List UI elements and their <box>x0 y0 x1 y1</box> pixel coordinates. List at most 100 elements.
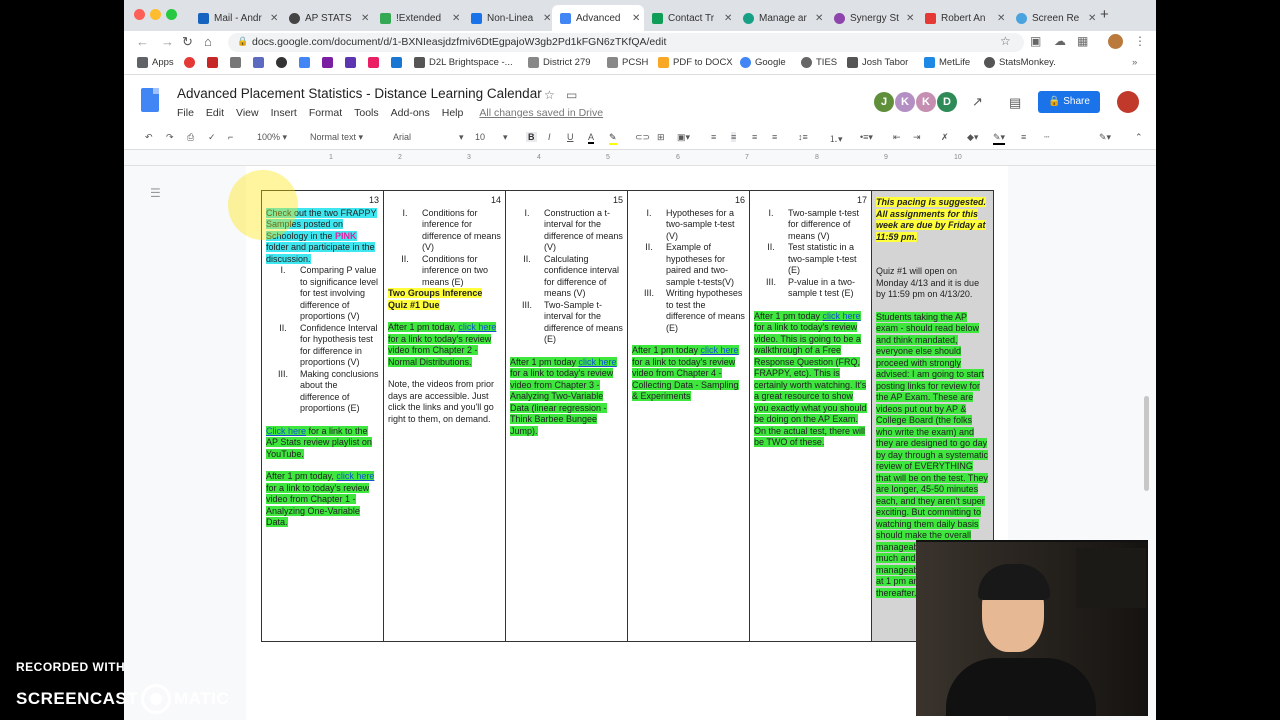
review-video-link[interactable]: click here <box>822 310 861 321</box>
docs-logo-icon[interactable] <box>141 88 159 112</box>
tab-contact-tracing[interactable]: Contact Tr ✕ <box>644 5 734 31</box>
menu-addons[interactable]: Add-ons <box>391 107 430 119</box>
bookmark-pdf-to-docx[interactable]: PDF to DOCX <box>658 57 733 68</box>
new-tab-button[interactable]: + <box>1100 6 1109 23</box>
comment-add-icon[interactable]: ⊞ <box>657 132 665 143</box>
align-right-icon[interactable]: ≡ <box>752 132 757 142</box>
bookmark-icon-2[interactable] <box>207 57 222 68</box>
border-color-icon[interactable]: ✎▾ <box>993 132 1006 145</box>
calendar-cell-15[interactable]: 15 I. Construction a t-interval for the d… <box>505 190 628 642</box>
save-status[interactable]: All changes saved in Drive <box>479 107 603 119</box>
playlist-link[interactable]: Click here <box>266 425 307 436</box>
close-window-button[interactable] <box>134 9 145 20</box>
bookmark-metlife[interactable]: MetLife <box>924 57 970 68</box>
text-color-icon[interactable]: A <box>588 132 595 144</box>
menu-file[interactable]: File <box>177 107 194 119</box>
fill-color-icon[interactable]: ◆▾ <box>967 132 978 143</box>
increase-indent-icon[interactable]: ⇥ <box>913 132 921 143</box>
menu-insert[interactable]: Insert <box>271 107 297 119</box>
back-icon[interactable]: ← <box>136 34 149 49</box>
address-bar[interactable]: 🔒 docs.google.com/document/d/1-BXNIeasjd… <box>228 33 1024 52</box>
tab-youtube[interactable]: Robert An ✕ <box>917 5 1007 31</box>
extension-icon[interactable]: ▦ <box>1077 34 1088 48</box>
calendar-cell-13[interactable]: 13 Check out the two FRAPPY Samples post… <box>261 190 384 642</box>
star-icon[interactable]: ☆ <box>544 88 555 102</box>
collapse-menu-icon[interactable]: ⌃ <box>1135 132 1143 143</box>
close-icon[interactable]: ✕ <box>361 13 369 24</box>
bold-icon[interactable]: B <box>526 132 537 142</box>
review-video-link[interactable]: click here <box>578 356 617 367</box>
document-outline-icon[interactable]: ☰ <box>150 186 161 200</box>
calendar-cell-17[interactable]: 17 I. Two-sample t-test for difference of… <box>749 190 872 642</box>
bookmark-icon-10[interactable] <box>391 57 406 68</box>
minimize-window-button[interactable] <box>150 9 161 20</box>
bulleted-list-icon[interactable]: •≡▾ <box>860 132 873 143</box>
italic-icon[interactable]: I <box>548 132 551 142</box>
bookmark-icon-1[interactable] <box>184 57 199 68</box>
bookmark-d2l[interactable]: D2L Brightspace -... <box>414 57 513 68</box>
spellcheck-icon[interactable]: ✓ <box>208 132 216 143</box>
more-bookmarks-icon[interactable]: » <box>1132 57 1137 68</box>
tab-non-linear[interactable]: Non-Linea ✕ <box>463 5 553 31</box>
redo-icon[interactable]: ↷ <box>166 132 174 143</box>
move-folder-icon[interactable]: ▭ <box>566 88 577 102</box>
activity-icon[interactable]: ↗ <box>972 94 983 110</box>
profile-avatar[interactable] <box>1108 34 1123 49</box>
collaborator-avatar[interactable]: K <box>895 92 915 112</box>
line-spacing-icon[interactable]: ↕≡ <box>798 132 808 142</box>
bookmark-josh-tabor[interactable]: Josh Tabor <box>847 57 908 68</box>
scrollbar[interactable] <box>1144 396 1149 491</box>
cloud-icon[interactable]: ☁ <box>1054 34 1066 48</box>
review-video-link[interactable]: click here <box>700 345 739 355</box>
border-width-icon[interactable]: ≡ <box>1021 132 1026 142</box>
review-video-link[interactable]: click here <box>458 322 497 332</box>
close-icon[interactable]: ✕ <box>1088 13 1096 24</box>
bookmark-google[interactable]: Google <box>740 57 786 68</box>
tab-screen-recorder[interactable]: Screen Re ✕ <box>1008 5 1098 31</box>
close-icon[interactable]: ✕ <box>724 13 732 24</box>
menu-format[interactable]: Format <box>309 107 342 119</box>
forward-icon[interactable]: → <box>161 34 174 49</box>
bookmark-icon-7[interactable] <box>322 57 337 68</box>
bookmark-icon-3[interactable] <box>230 57 245 68</box>
close-icon[interactable]: ✕ <box>452 13 460 24</box>
account-avatar[interactable] <box>1117 91 1139 113</box>
collaborator-avatar[interactable]: D <box>937 92 957 112</box>
bookmark-icon-9[interactable] <box>368 57 383 68</box>
align-center-icon[interactable]: ≡ <box>731 132 737 142</box>
close-icon[interactable]: ✕ <box>906 13 914 24</box>
align-left-icon[interactable]: ≡ <box>711 132 716 142</box>
close-icon[interactable]: ✕ <box>997 13 1005 24</box>
bookmark-icon-5[interactable] <box>276 57 291 68</box>
ruler[interactable]: 1 2 3 4 5 6 7 8 9 10 <box>124 150 1156 166</box>
justify-icon[interactable]: ≡ <box>772 132 777 142</box>
review-video-link[interactable]: click here <box>336 471 375 481</box>
reload-icon[interactable]: ↻ <box>182 34 193 50</box>
tab-mail[interactable]: Mail - Andr ✕ <box>190 5 280 31</box>
collaborator-avatar[interactable]: J <box>874 92 894 112</box>
bookmark-icon-4[interactable] <box>253 57 268 68</box>
comments-icon[interactable]: ▤ <box>1009 95 1021 111</box>
extension-icon[interactable]: ▣ <box>1030 34 1041 48</box>
paint-format-icon[interactable]: ⌐ <box>228 132 233 142</box>
bookmark-ties[interactable]: TIES <box>801 57 837 68</box>
clear-formatting-icon[interactable]: ✗ <box>941 132 949 143</box>
font-size-select[interactable]: 10 ▾ <box>475 132 508 143</box>
menu-help[interactable]: Help <box>442 107 464 119</box>
home-icon[interactable]: ⌂ <box>204 34 212 49</box>
maximize-window-button[interactable] <box>166 9 177 20</box>
editing-mode-icon[interactable]: ✎▾ <box>1099 132 1111 143</box>
style-select[interactable]: Normal text ▾ <box>310 132 363 143</box>
undo-icon[interactable]: ↶ <box>145 132 153 143</box>
close-icon[interactable]: ✕ <box>815 13 823 24</box>
image-icon[interactable]: ▣▾ <box>677 132 690 143</box>
tab-extended[interactable]: !Extended ✕ <box>372 5 462 31</box>
document-title[interactable]: Advanced Placement Statistics - Distance… <box>177 86 542 101</box>
highlight-icon[interactable]: ✎ <box>609 132 617 145</box>
print-icon[interactable]: ⎙ <box>187 132 194 143</box>
border-dash-icon[interactable]: ┄ <box>1044 132 1049 143</box>
decrease-indent-icon[interactable]: ⇤ <box>893 132 901 143</box>
menu-view[interactable]: View <box>236 107 259 119</box>
bookmark-statsmonkey[interactable]: StatsMonkey. <box>984 57 1056 68</box>
zoom-select[interactable]: 100% ▾ <box>257 132 287 143</box>
